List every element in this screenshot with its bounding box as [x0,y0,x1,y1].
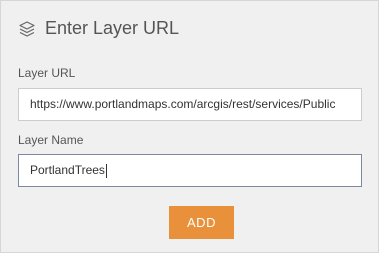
panel-header: Enter Layer URL [18,18,179,39]
layer-url-input[interactable]: https://www.portlandmaps.com/arcgis/rest… [18,88,362,121]
text-caret [105,163,107,178]
panel-title: Enter Layer URL [45,18,180,38]
add-button[interactable]: ADD [169,206,234,239]
layer-url-label: Layer URL [18,66,76,80]
layer-url-value: https://www.portlandmaps.com/arcgis/rest… [30,97,336,111]
layer-name-label: Layer Name [18,133,84,147]
enter-layer-url-panel: Enter Layer URL Layer URL https://www.po… [0,0,379,253]
layer-name-value: PortlandTrees [30,163,105,177]
layers-icon [18,20,36,38]
layer-name-input[interactable]: PortlandTrees [18,154,362,187]
